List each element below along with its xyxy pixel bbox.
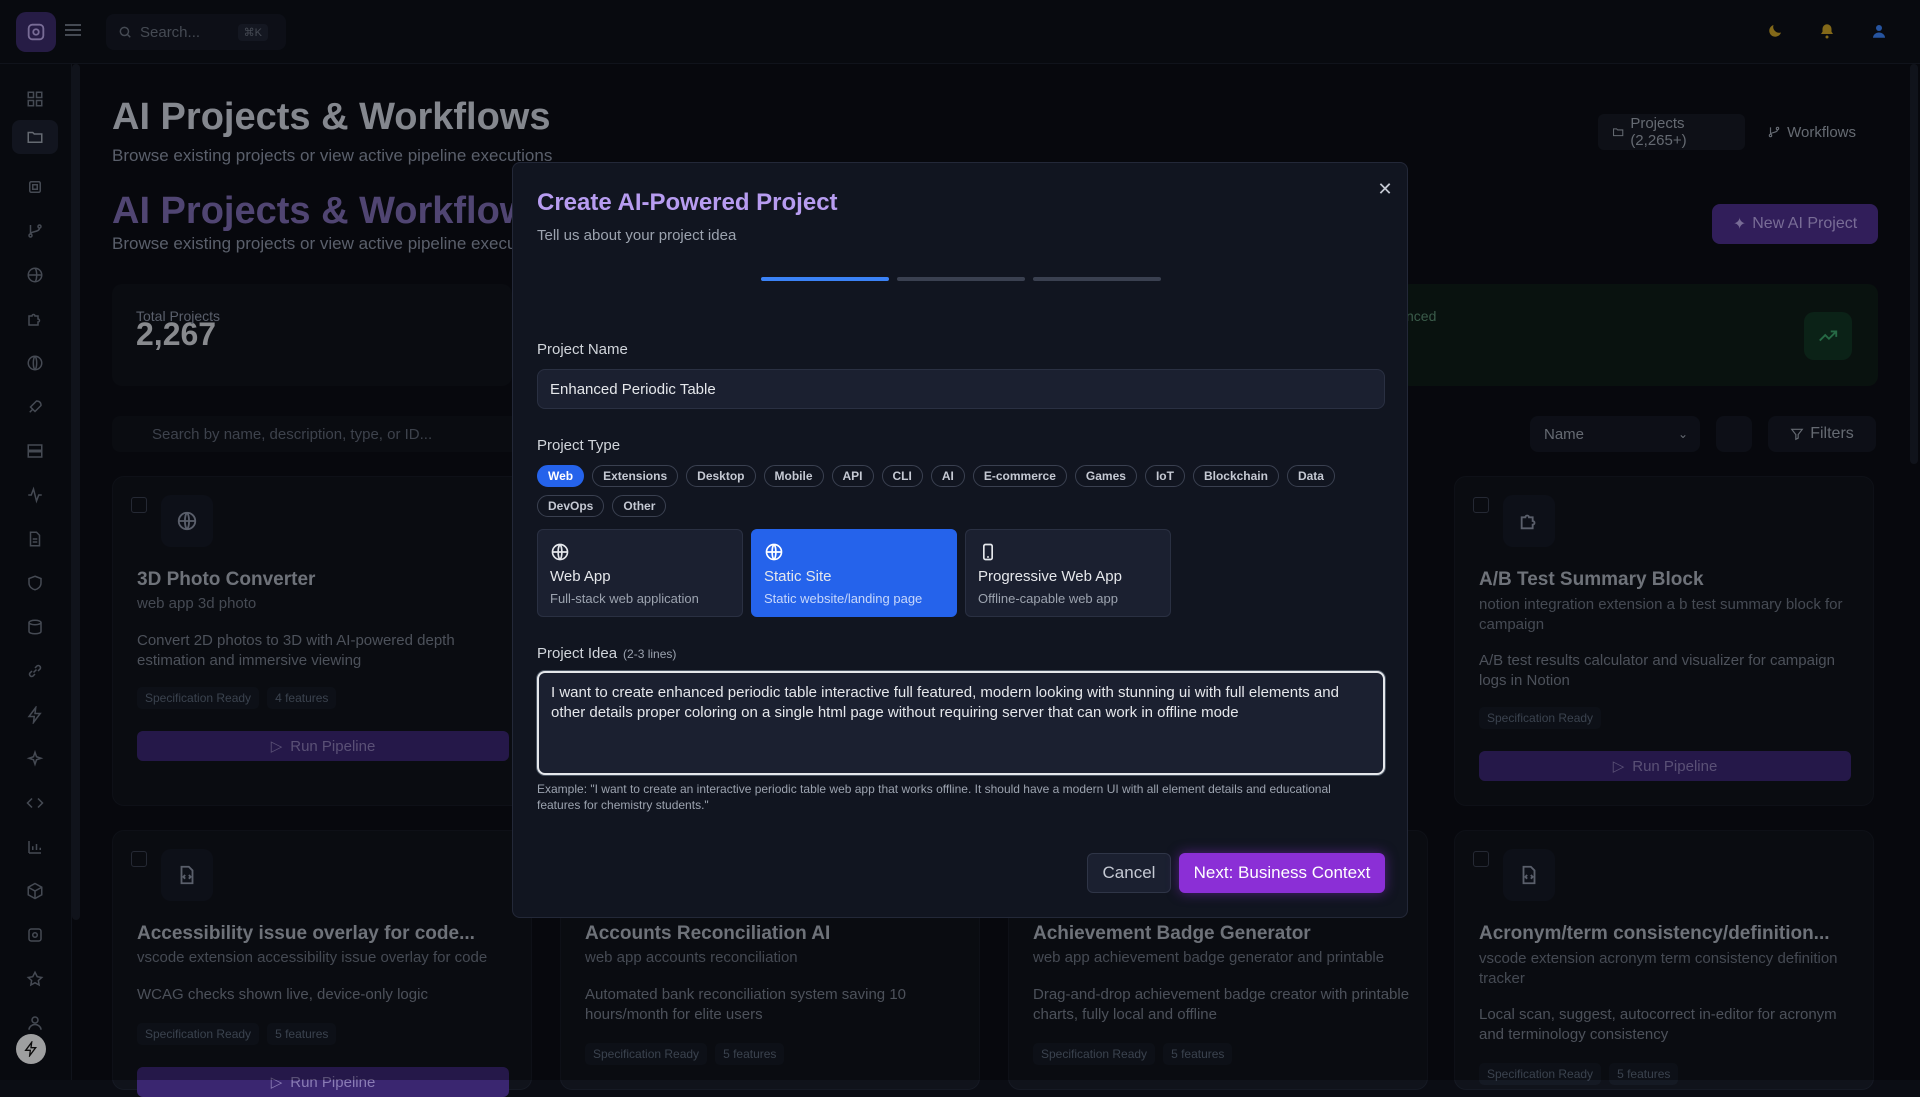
cancel-button[interactable]: Cancel (1087, 853, 1171, 893)
smartphone-icon (978, 542, 998, 562)
idea-label-text: Project Idea (537, 645, 618, 662)
project-subtype-options: Web App Full-stack web application Stati… (537, 529, 1171, 617)
subtype-description: Offline-capable web app (978, 591, 1118, 606)
dialog-subtitle: Tell us about your project idea (537, 227, 737, 244)
subtype-name: Progressive Web App (978, 568, 1122, 585)
chip-ai[interactable]: AI (930, 465, 965, 487)
chip-devops[interactable]: DevOps (537, 495, 605, 517)
chip-data[interactable]: Data (1286, 465, 1335, 487)
project-type-label: Project Type (537, 437, 621, 454)
subtype-pwa[interactable]: Progressive Web App Offline-capable web … (965, 529, 1171, 617)
chip-ecommerce[interactable]: E-commerce (972, 465, 1067, 487)
project-idea-label: Project Idea (2-3 lines) (537, 645, 676, 662)
step-progress (761, 277, 1161, 281)
idea-example-text: Example: "I want to create an interactiv… (537, 782, 1331, 812)
chip-cli[interactable]: CLI (881, 465, 923, 487)
step-1-indicator (761, 277, 889, 281)
chip-blockchain[interactable]: Blockchain (1192, 465, 1279, 487)
subtype-description: Full-stack web application (550, 591, 699, 606)
project-type-chips: Web Extensions Desktop Mobile API CLI AI… (537, 465, 1377, 517)
chip-other[interactable]: Other (612, 495, 667, 517)
chip-games[interactable]: Games (1074, 465, 1137, 487)
globe-icon (550, 542, 570, 562)
subtype-name: Static Site (764, 568, 832, 585)
chip-mobile[interactable]: Mobile (763, 465, 824, 487)
chip-web[interactable]: Web (537, 465, 585, 487)
chip-desktop[interactable]: Desktop (686, 465, 756, 487)
subtype-web-app[interactable]: Web App Full-stack web application (537, 529, 743, 617)
chip-api[interactable]: API (831, 465, 874, 487)
close-icon[interactable]: ✕ (1375, 179, 1395, 199)
chip-iot[interactable]: IoT (1144, 465, 1185, 487)
step-3-indicator (1033, 277, 1161, 281)
globe-icon (764, 542, 784, 562)
project-name-input[interactable] (537, 369, 1385, 409)
dialog-title: Create AI-Powered Project (537, 189, 838, 216)
subtype-static-site[interactable]: Static Site Static website/landing page (751, 529, 957, 617)
subtype-name: Web App (550, 568, 611, 585)
idea-hint: (2-3 lines) (623, 647, 677, 661)
subtype-description: Static website/landing page (764, 591, 923, 606)
project-idea-textarea[interactable]: I want to create enhanced periodic table… (537, 671, 1385, 775)
project-name-label: Project Name (537, 341, 628, 358)
next-business-context-button[interactable]: Next: Business Context (1179, 853, 1385, 893)
create-project-dialog: Create AI-Powered Project Tell us about … (512, 162, 1408, 918)
chip-extensions[interactable]: Extensions (592, 465, 679, 487)
step-2-indicator (897, 277, 1025, 281)
